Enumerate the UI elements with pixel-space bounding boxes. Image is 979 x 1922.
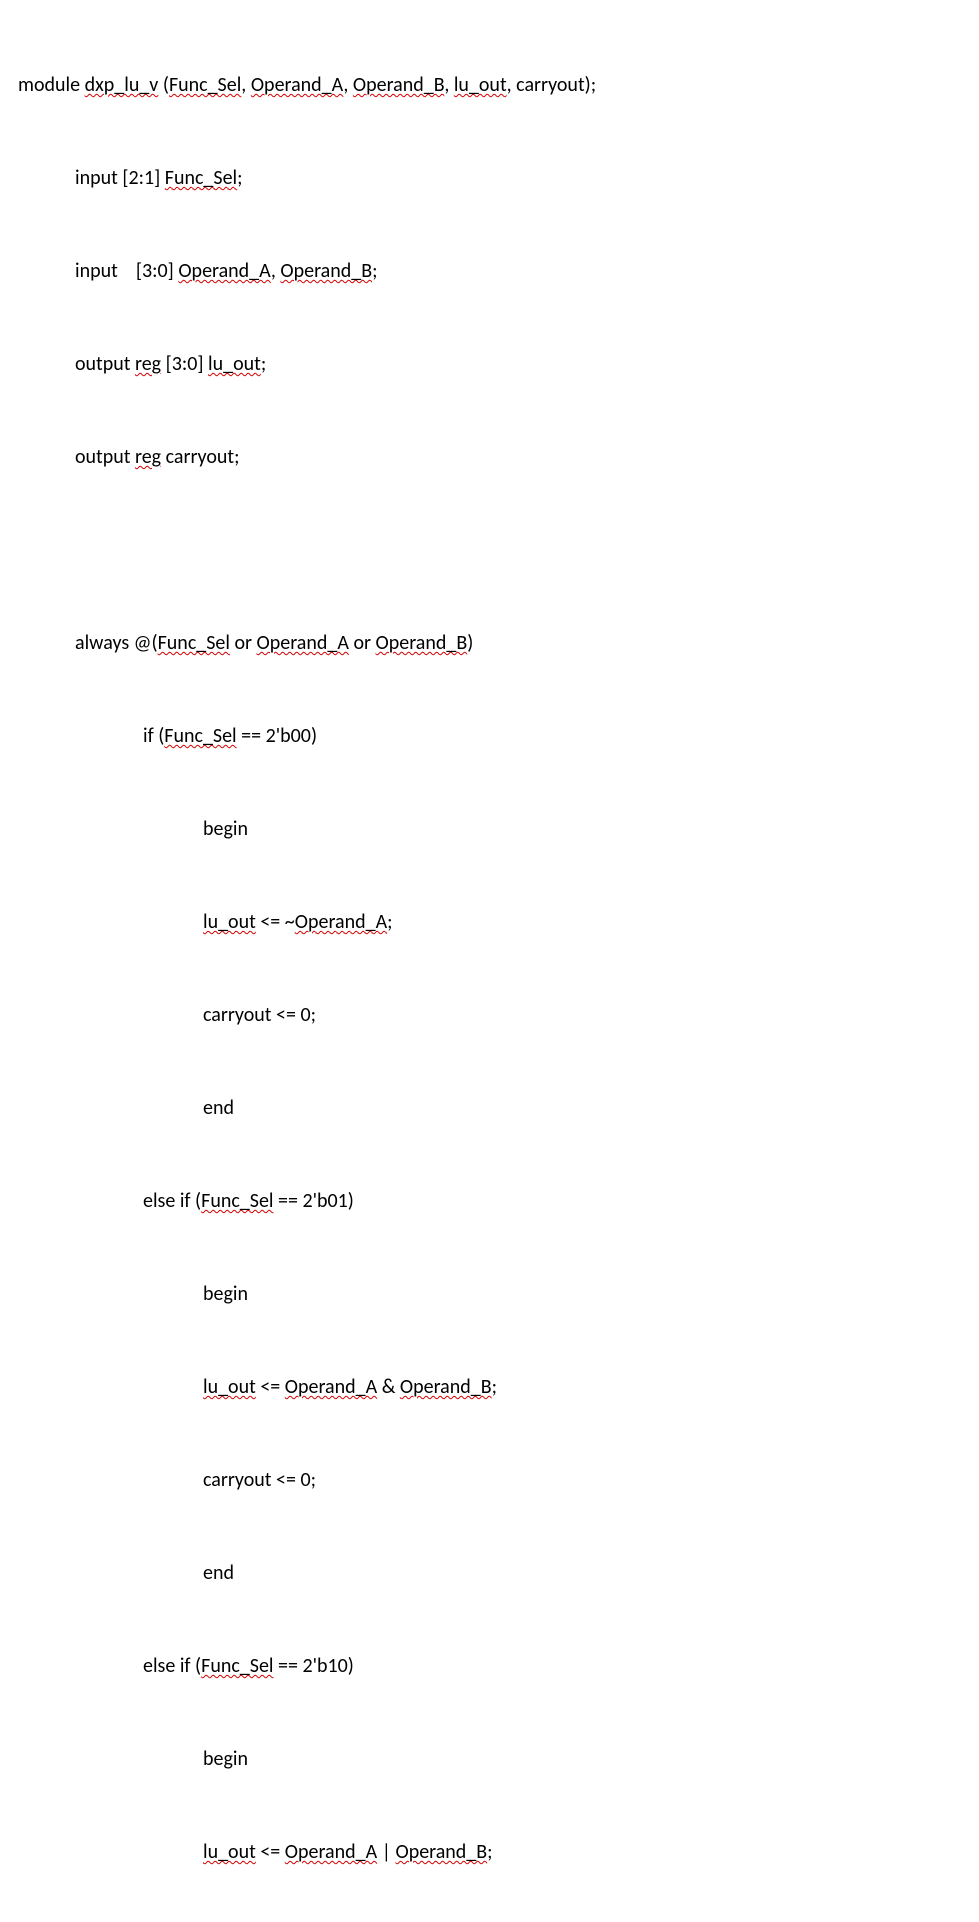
- text: [3:0]: [161, 352, 208, 376]
- code-line: always @(Func_Sel or Operand_A or Operan…: [18, 628, 979, 659]
- text: ): [467, 631, 473, 655]
- code-line: input [3:0] Operand_A, Operand_B;: [18, 256, 979, 287]
- code-line: carryout <= 0;: [18, 1465, 979, 1496]
- text: <= ~: [256, 910, 295, 934]
- text: output: [75, 445, 135, 469]
- ident: Operand_B: [395, 1840, 487, 1864]
- text: ;: [387, 910, 392, 934]
- code-line: module dxp_lu_v (Func_Sel, Operand_A, Op…: [18, 70, 979, 101]
- ident: Operand_A: [285, 1375, 377, 1399]
- keyword-module: module: [18, 73, 85, 97]
- text: ,: [271, 259, 281, 283]
- ident: Func_Sel: [201, 1189, 273, 1213]
- ident: lu_out: [203, 1375, 256, 1399]
- ident: Operand_B: [376, 631, 468, 655]
- text: ;: [492, 1375, 497, 1399]
- text: &: [377, 1375, 400, 1399]
- code-line: lu_out <= ~Operand_A;: [18, 907, 979, 938]
- ident: Operand_B: [353, 73, 444, 97]
- code-line: begin: [18, 1279, 979, 1310]
- code-line: else if (Func_Sel == 2'b10): [18, 1651, 979, 1682]
- text: ,: [343, 73, 353, 97]
- code-line: end: [18, 1558, 979, 1589]
- text: ;: [237, 166, 242, 190]
- text: carryout;: [161, 445, 239, 469]
- keyword-reg: reg: [135, 352, 161, 376]
- code-page: module dxp_lu_v (Func_Sel, Operand_A, Op…: [0, 0, 979, 1922]
- keyword-reg: reg: [135, 445, 161, 469]
- ident: Func_Sel: [169, 73, 241, 97]
- text: ;: [372, 259, 377, 283]
- code-line: carryout <= 0;: [18, 1000, 979, 1031]
- text: (: [158, 73, 169, 97]
- text: ,: [444, 73, 454, 97]
- ident: lu_out: [203, 910, 256, 934]
- ident: lu_out: [208, 352, 261, 376]
- code-line: input [2:1] Func_Sel;: [18, 163, 979, 194]
- text: if (: [143, 724, 164, 748]
- code-line: if (Func_Sel == 2'b00): [18, 721, 979, 752]
- text: always @(: [75, 631, 158, 655]
- text: input [3:0]: [75, 259, 178, 283]
- ident: Operand_B: [400, 1375, 492, 1399]
- code-line: begin: [18, 1744, 979, 1775]
- text: <=: [256, 1375, 285, 1399]
- ident: lu_out: [203, 1840, 256, 1864]
- text: == 2'b01): [273, 1189, 353, 1213]
- ident: Func_Sel: [164, 724, 236, 748]
- blank-line: [18, 535, 979, 566]
- ident: Func_Sel: [165, 166, 237, 190]
- text: or: [230, 631, 257, 655]
- ident: Operand_A: [251, 73, 344, 97]
- code-line: output reg carryout;: [18, 442, 979, 473]
- text: output: [75, 352, 135, 376]
- ident: Func_Sel: [201, 1654, 273, 1678]
- code-line: begin: [18, 814, 979, 845]
- code-line: end: [18, 1093, 979, 1124]
- text: input [2:1]: [75, 166, 165, 190]
- ident-module-name: dxp_lu_v: [85, 73, 159, 97]
- code-line: output reg [3:0] lu_out;: [18, 349, 979, 380]
- ident: Operand_A: [295, 910, 387, 934]
- text: ;: [261, 352, 266, 376]
- text: |: [377, 1840, 395, 1864]
- text: <=: [256, 1840, 285, 1864]
- text: ;: [487, 1840, 492, 1864]
- text: ,: [241, 73, 251, 97]
- code-line: lu_out <= Operand_A & Operand_B;: [18, 1372, 979, 1403]
- text: or: [349, 631, 376, 655]
- text: == 2'b10): [273, 1654, 353, 1678]
- text: else if (: [143, 1189, 201, 1213]
- code-line: else if (Func_Sel == 2'b01): [18, 1186, 979, 1217]
- ident: Operand_A: [257, 631, 349, 655]
- ident: Operand_A: [285, 1840, 377, 1864]
- code-line: lu_out <= Operand_A | Operand_B;: [18, 1837, 979, 1868]
- text: , carryout);: [507, 73, 596, 97]
- ident: Func_Sel: [158, 631, 230, 655]
- text: == 2'b00): [237, 724, 317, 748]
- ident: Operand_A: [178, 259, 271, 283]
- text: else if (: [143, 1654, 201, 1678]
- ident: lu_out: [454, 73, 507, 97]
- ident: Operand_B: [280, 259, 372, 283]
